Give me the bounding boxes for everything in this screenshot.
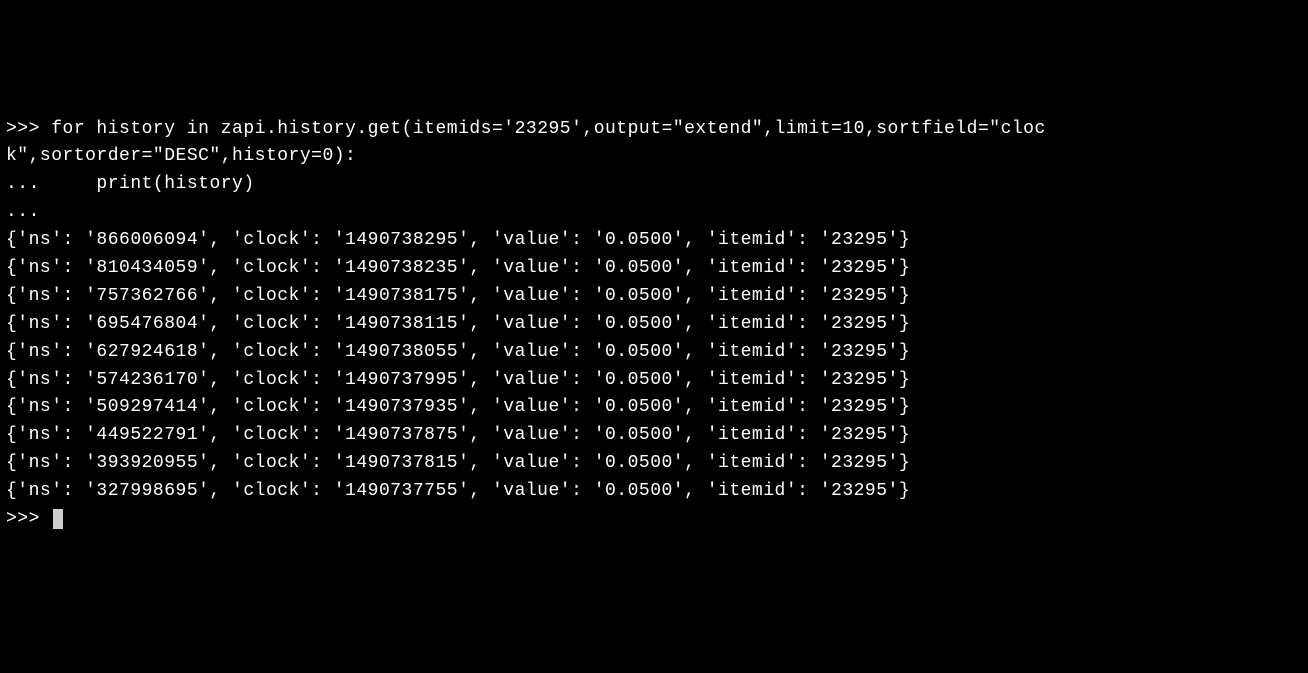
output-line: {'ns': '509297414', 'clock': '1490737935… (6, 394, 1302, 422)
command-text: k",sortorder="DESC",history=0): (6, 146, 356, 166)
output-line: {'ns': '695476804', 'clock': '1490738115… (6, 311, 1302, 339)
output-line: {'ns': '810434059', 'clock': '1490738235… (6, 255, 1302, 283)
prompt-line: >>> (6, 506, 1302, 534)
command-text: print(history) (51, 174, 254, 194)
command-line-3: ... print(history) (6, 171, 1302, 199)
output-line: {'ns': '757362766', 'clock': '1490738175… (6, 283, 1302, 311)
output-line: {'ns': '327998695', 'clock': '1490737755… (6, 478, 1302, 506)
output-line: {'ns': '393920955', 'clock': '1490737815… (6, 450, 1302, 478)
prompt-continuation: ... (6, 202, 51, 222)
output-line: {'ns': '574236170', 'clock': '1490737995… (6, 367, 1302, 395)
prompt-primary: >>> (6, 509, 51, 529)
command-text: for history in zapi.history.get(itemids=… (51, 119, 1046, 139)
output-line: {'ns': '449522791', 'clock': '1490737875… (6, 422, 1302, 450)
command-line-1: >>> for history in zapi.history.get(item… (6, 116, 1302, 144)
cursor-icon (53, 509, 63, 529)
prompt-continuation: ... (6, 174, 51, 194)
terminal-output[interactable]: >>> for history in zapi.history.get(item… (6, 116, 1302, 534)
output-line: {'ns': '627924618', 'clock': '1490738055… (6, 339, 1302, 367)
output-line: {'ns': '866006094', 'clock': '1490738295… (6, 227, 1302, 255)
command-line-4: ... (6, 199, 1302, 227)
prompt-primary: >>> (6, 119, 51, 139)
command-line-2: k",sortorder="DESC",history=0): (6, 143, 1302, 171)
